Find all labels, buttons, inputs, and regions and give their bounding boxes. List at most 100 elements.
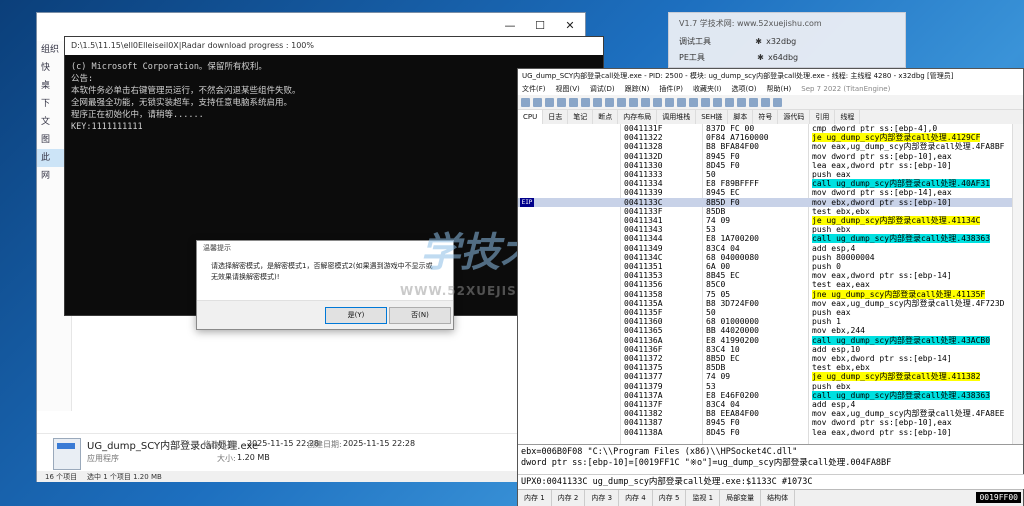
row-address: 00411343 (624, 225, 663, 235)
disasm-row[interactable]: 0041131F 837D FC 00 cmp dword ptr ss:[ebp-… (518, 124, 1023, 133)
disasm-row[interactable]: 0041136F 83C4 10 add esp,10 (518, 345, 1023, 354)
toolbar-icon[interactable] (557, 97, 566, 107)
dump-tab[interactable]: 内存 2 (552, 490, 586, 506)
toolbar-icon[interactable] (773, 97, 782, 107)
no-button[interactable]: 否(N) (389, 307, 451, 324)
disasm-row[interactable]: 00411349 83C4 04 add esp,4 (518, 244, 1023, 253)
tab-2[interactable]: 笔记 (568, 110, 594, 124)
disasm-row[interactable]: 0041138A 8D45 F0 lea eax,dword ptr ss:[ebp… (518, 428, 1023, 437)
toolbar-icon[interactable] (545, 97, 554, 107)
disasm-row[interactable]: 00411333 50 push eax (518, 170, 1023, 179)
dump-tab[interactable]: 内存 5 (653, 490, 687, 506)
dump-tab[interactable]: 结构体 (761, 490, 796, 506)
dump-tab[interactable]: 内存 4 (619, 490, 653, 506)
toolbar-icon[interactable] (569, 97, 578, 107)
menu-item[interactable]: 帮助(H) (767, 83, 792, 95)
toolbar-icon[interactable] (689, 97, 698, 107)
disassembly-view[interactable]: 0041131F 837D FC 00 cmp dword ptr ss:[ebp-… (518, 124, 1023, 444)
disasm-row[interactable]: 00411356 85C0 test eax,eax (518, 280, 1023, 289)
toolbar-icon[interactable] (749, 97, 758, 107)
tab-8[interactable]: 符号 (753, 110, 779, 124)
toolbar-icon[interactable] (629, 97, 638, 107)
toolbar-icon[interactable] (521, 97, 530, 107)
disasm-row[interactable]: EIP 0041133C 8B5D F0 mov ebx,dword ptr ss:[… (518, 197, 1023, 207)
toolbar-icon[interactable] (641, 97, 650, 107)
disasm-row[interactable]: 0041135F 50 push eax (518, 308, 1023, 317)
dump-tab[interactable]: 内存 1 (518, 490, 552, 506)
row-instruction: test eax,eax (812, 280, 870, 290)
tab-10[interactable]: 引用 (810, 110, 836, 124)
disasm-row[interactable]: 00411322 0F84 A7160000 je ug_dump_scy内部登录c… (518, 133, 1023, 143)
disasm-row[interactable]: 0041135A B8 3D724F00 mov eax,ug_dump_scy内部… (518, 299, 1023, 308)
disasm-row[interactable]: 00411344 E8 1A700200 call ug_dump_scy内部登录c… (518, 234, 1023, 244)
toolbar-icon[interactable] (713, 97, 722, 107)
toolbar-icon[interactable] (665, 97, 674, 107)
toolbar-icon[interactable] (653, 97, 662, 107)
menu-item[interactable]: 视图(V) (556, 83, 580, 95)
disasm-row[interactable]: 0041137A E8 E46F0200 call ug_dump_scy内部登录c… (518, 390, 1023, 400)
tab-0[interactable]: CPU (518, 110, 544, 124)
disasm-row[interactable]: 00411330 8D45 F0 lea eax,dword ptr ss:[ebp… (518, 161, 1023, 170)
disasm-row[interactable]: 0041137F 83C4 04 add esp,4 (518, 400, 1023, 409)
dump-tab[interactable]: 局部变量 (720, 490, 762, 506)
disasm-row[interactable]: 00411382 B8 EEA84F00 mov eax,ug_dump_scy内部… (518, 409, 1023, 418)
disasm-row[interactable]: 00411353 8B45 EC mov eax,dword ptr ss:[ebp… (518, 271, 1023, 280)
disasm-row[interactable]: 00411375 85DB test ebx,ebx (518, 363, 1023, 372)
disasm-row[interactable]: 00411358 75 05 jne ug_dump_scy内部登录call处理.4… (518, 289, 1023, 299)
row-instruction: je ug_dump_scy内部登录call处理.411382 (812, 372, 981, 382)
disasm-row[interactable]: 00411379 53 push ebx (518, 382, 1023, 391)
tab-7[interactable]: 脚本 (728, 110, 754, 124)
tab-11[interactable]: 线程 (835, 110, 861, 124)
menu-item[interactable]: 插件(P) (659, 83, 683, 95)
disasm-row[interactable]: 00411339 8945 EC mov dword ptr ss:[ebp-14]… (518, 188, 1023, 197)
disasm-row[interactable]: 00411351 6A 00 push 0 (518, 262, 1023, 271)
row-instruction: call ug_dump_scy内部登录call处理.40AF31 (812, 179, 991, 189)
menu-item[interactable]: 收藏夹(I) (693, 83, 722, 95)
row-address: 00411339 (624, 188, 663, 198)
launcher-row[interactable]: PE工具 ✱ x64dbg (679, 51, 798, 65)
disasm-row[interactable]: 00411387 8945 F0 mov dword ptr ss:[ebp-10]… (518, 418, 1023, 427)
menu-item[interactable]: 文件(F) (522, 83, 546, 95)
disasm-row[interactable]: 00411372 8B5D EC mov ebx,dword ptr ss:[ebp… (518, 354, 1023, 363)
row-bytes: 85DB (706, 363, 726, 373)
selected-info: 选中 1 个项目 1.20 MB (87, 473, 162, 481)
toolbar-icon[interactable] (617, 97, 626, 107)
disasm-row[interactable]: 00411343 53 push ebx (518, 225, 1023, 234)
disasm-row[interactable]: 0041133F 85DB test ebx,ebx (518, 207, 1023, 216)
disasm-scrollbar[interactable] (1012, 124, 1023, 444)
disasm-row[interactable]: 0041132D 8945 F0 mov dword ptr ss:[ebp-10]… (518, 152, 1023, 161)
dump-tab[interactable]: 监视 1 (686, 490, 721, 506)
disasm-row[interactable]: 00411334 E8 F89BFFFF call ug_dump_scy内部登录c… (518, 179, 1023, 189)
menu-item[interactable]: 调试(D) (590, 83, 615, 95)
tab-5[interactable]: 调用堆栈 (657, 110, 697, 124)
toolbar-icon[interactable] (737, 97, 746, 107)
tab-3[interactable]: 断点 (593, 110, 619, 124)
disasm-row[interactable]: 00411365 BB 44020000 mov ebx,244 (518, 326, 1023, 335)
yes-button[interactable]: 是(Y) (325, 307, 387, 324)
tab-6[interactable]: SEH链 (696, 110, 729, 124)
launcher-row[interactable]: 调试工具 ✱ x32dbg (679, 35, 796, 49)
toolbar-icon[interactable] (761, 97, 770, 107)
tab-4[interactable]: 内存布局 (618, 110, 658, 124)
row-instruction: mov eax,dword ptr ss:[ebp-14] (812, 271, 952, 281)
toolbar-icon[interactable] (533, 97, 542, 107)
toolbar-icon[interactable] (581, 97, 590, 107)
tool-launcher-card: V1.7 学技术网: www.52xuejishu.com 调试工具 ✱ x32… (668, 12, 906, 68)
disasm-row[interactable]: 00411360 68 01000000 push 1 (518, 317, 1023, 326)
disasm-row[interactable]: 0041136A E8 41990200 call ug_dump_scy内部登录c… (518, 335, 1023, 345)
toolbar-icon[interactable] (605, 97, 614, 107)
disasm-row[interactable]: 00411328 B8 BFA84F00 mov eax,ug_dump_scy内部… (518, 142, 1023, 151)
disasm-row[interactable]: 0041134C 68 04000080 push 80000004 (518, 253, 1023, 262)
row-address: 00411375 (624, 363, 663, 373)
disasm-row[interactable]: 00411377 74 09 je ug_dump_scy内部登录call处理.41… (518, 372, 1023, 382)
menu-item[interactable]: 跟踪(N) (625, 83, 650, 95)
toolbar-icon[interactable] (701, 97, 710, 107)
tab-9[interactable]: 源代码 (778, 110, 811, 124)
menu-item[interactable]: 选项(O) (732, 83, 757, 95)
toolbar-icon[interactable] (725, 97, 734, 107)
disasm-row[interactable]: 00411341 74 09 je ug_dump_scy内部登录call处理.41… (518, 216, 1023, 225)
toolbar-icon[interactable] (593, 97, 602, 107)
tab-1[interactable]: 日志 (543, 110, 569, 124)
dump-tab[interactable]: 内存 3 (585, 490, 620, 506)
toolbar-icon[interactable] (677, 97, 686, 107)
